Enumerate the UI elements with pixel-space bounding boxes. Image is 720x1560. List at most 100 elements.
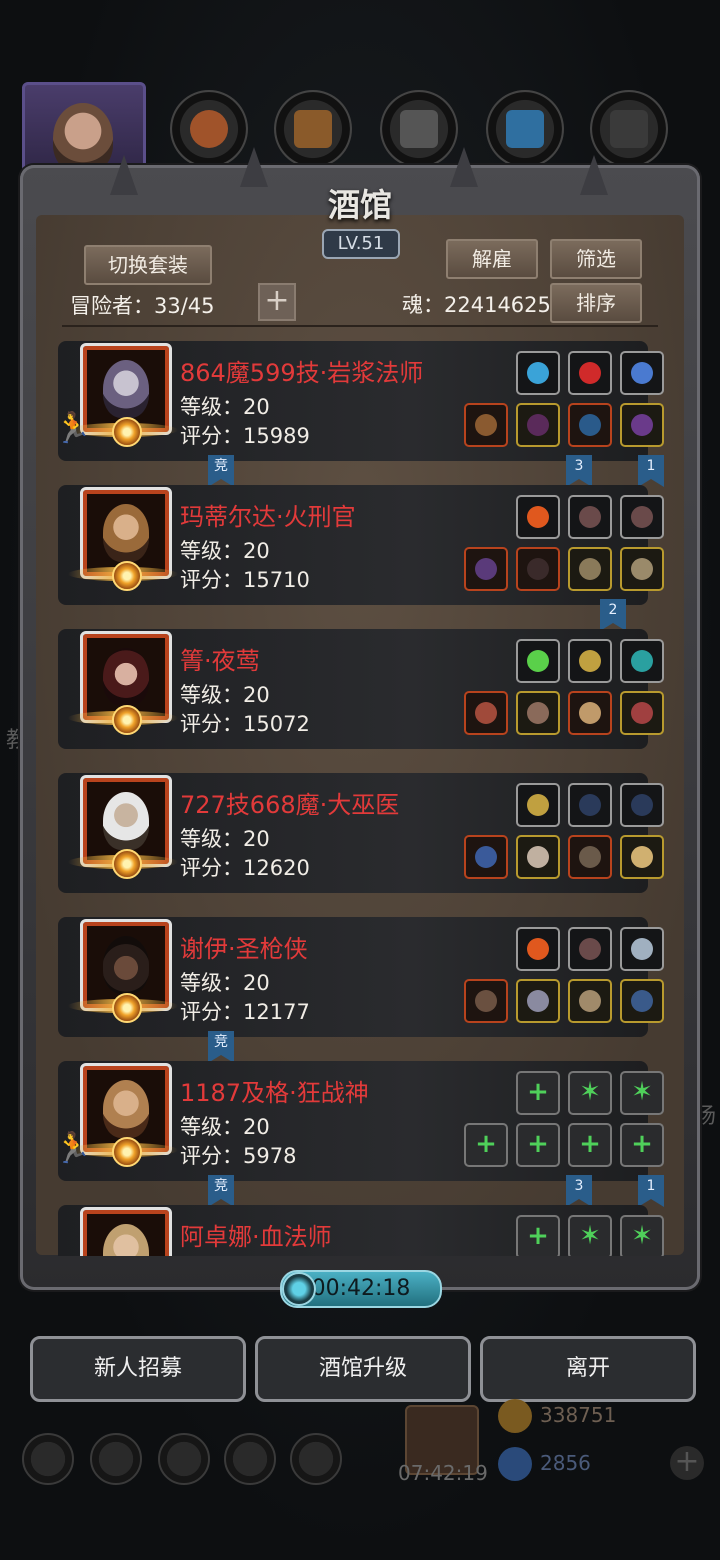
spear-icon[interactable]	[568, 979, 612, 1023]
frame-spike	[450, 147, 478, 187]
mail-icon[interactable]	[224, 1433, 276, 1485]
armor-icon[interactable]	[516, 547, 560, 591]
arena-flag: 竞	[208, 1031, 234, 1063]
staff-icon[interactable]	[464, 403, 508, 447]
sword-icon[interactable]	[464, 691, 508, 735]
hero-score: 评分：12620	[180, 856, 310, 880]
filter-button[interactable]: 筛选	[550, 239, 642, 279]
recruit-button[interactable]: 新人招募	[30, 1336, 246, 1402]
lantern-icon[interactable]	[568, 639, 612, 683]
dismiss-button[interactable]: 解雇	[446, 239, 538, 279]
teal-gem-icon[interactable]	[620, 639, 664, 683]
add-ring-icon[interactable]: +	[620, 1123, 664, 1167]
hero-portrait[interactable]	[80, 1207, 172, 1256]
dialog-title: 酒馆	[327, 186, 392, 224]
hero-row[interactable]: 谢伊·圣枪侠 等级：20 评分：12177 竞	[58, 917, 664, 1063]
rank-gem-icon	[112, 993, 142, 1023]
shield-icon[interactable]	[290, 1433, 342, 1485]
add-star-icon[interactable]: ✶	[620, 1215, 664, 1256]
count-flag: 2	[600, 599, 626, 631]
ring-icon[interactable]	[620, 835, 664, 879]
blade-icon[interactable]	[620, 783, 664, 827]
whip-icon[interactable]	[464, 547, 508, 591]
add-accessory-icon[interactable]: +	[568, 1123, 612, 1167]
cloak-icon[interactable]	[516, 835, 560, 879]
add-star-icon[interactable]: ✶	[568, 1215, 612, 1256]
frame-spike	[240, 147, 268, 187]
charm-icon[interactable]	[568, 691, 612, 735]
hero-name: 1187及格·狂战神	[180, 1079, 369, 1107]
helm-icon[interactable]	[516, 691, 560, 735]
gem-icon	[498, 1447, 532, 1481]
gun-icon[interactable]	[464, 979, 508, 1023]
add-slot-button[interactable]: +	[258, 283, 296, 321]
clock-icon	[282, 1272, 316, 1306]
hero-row[interactable]: 727技668魔·大巫医 等级：20 评分：12620	[58, 773, 664, 893]
wood-resource-icon[interactable]	[274, 90, 352, 168]
adventurer-count: 冒险者：33/45	[70, 294, 215, 318]
hero-level: 等级：20	[180, 827, 270, 851]
blade-icon[interactable]	[568, 783, 612, 827]
add-equipment-icon[interactable]: +	[516, 1215, 560, 1256]
add-weapon-icon[interactable]: +	[464, 1123, 508, 1167]
hero-row[interactable]: 🏃 1187及格·狂战神 等级：20 评分：5978 + ✶ ✶ + + + +…	[58, 1061, 664, 1207]
hero-name: 谢伊·圣枪侠	[180, 935, 308, 963]
skill-icon[interactable]	[90, 1433, 142, 1485]
hero-name: 玛蒂尔达·火刑官	[180, 503, 356, 531]
fire-icon[interactable]	[516, 927, 560, 971]
wand-icon[interactable]	[464, 835, 508, 879]
count-flag: 3	[566, 455, 592, 487]
armor-icon[interactable]	[516, 979, 560, 1023]
soul-count: 魂：22414625	[402, 293, 551, 317]
add-star-icon[interactable]: ✶	[568, 1071, 612, 1115]
amulet-icon[interactable]	[620, 403, 664, 447]
hero-level: 等级：20	[180, 1115, 270, 1139]
switch-outfit-button[interactable]: 切换套装	[84, 245, 212, 285]
blue-claw-icon[interactable]	[620, 351, 664, 395]
tavern-dialog: 切换套装 解雇 筛选 排序 冒险者：33/45 + 魂：22414625 酒馆 …	[20, 147, 700, 1290]
feather-icon[interactable]	[620, 495, 664, 539]
robe-icon[interactable]	[516, 403, 560, 447]
iron-resource-icon[interactable]	[380, 90, 458, 168]
hero-row[interactable]: 阿卓娜·血法师 + ✶ ✶	[58, 1205, 664, 1256]
count-flag: 1	[638, 1175, 664, 1207]
leave-button[interactable]: 离开	[480, 1336, 696, 1402]
sort-button[interactable]: 排序	[550, 283, 642, 323]
bracer-icon[interactable]	[568, 403, 612, 447]
gauntlet-icon[interactable]	[568, 547, 612, 591]
upgrade-tavern-button[interactable]: 酒馆升级	[255, 1336, 471, 1402]
hero-list[interactable]: 🏃 864魔599技·岩浆法师 等级：20 评分：15989 竞 3 1 玛蒂尔…	[58, 341, 670, 1256]
hero-row[interactable]: 🏃 864魔599技·岩浆法师 等级：20 评分：15989 竞 3 1	[58, 341, 664, 487]
feather-icon[interactable]	[568, 927, 612, 971]
gem-amount: 2856	[540, 1451, 591, 1475]
ring-icon[interactable]	[620, 979, 664, 1023]
add-armor-icon[interactable]: +	[516, 1123, 560, 1167]
rank-gem-icon	[112, 849, 142, 879]
divider	[62, 325, 658, 327]
feather-icon[interactable]	[568, 495, 612, 539]
event-clock: 07:42:19	[398, 1461, 488, 1485]
gold-mask-icon[interactable]	[516, 783, 560, 827]
hero-name: 箐·夜莺	[180, 647, 260, 675]
add-star-icon[interactable]: ✶	[620, 1071, 664, 1115]
book-icon[interactable]	[158, 1433, 210, 1485]
add-currency-button[interactable]: +	[670, 1446, 704, 1480]
add-equipment-icon[interactable]: +	[516, 1071, 560, 1115]
hero-name: 864魔599技·岩浆法师	[180, 359, 424, 387]
meat-resource-icon[interactable]	[170, 90, 248, 168]
crystal-icon[interactable]	[620, 927, 664, 971]
red-gem-icon[interactable]	[568, 351, 612, 395]
ring-icon[interactable]	[620, 547, 664, 591]
hero-level: 等级：20	[180, 395, 270, 419]
hero-score: 评分：15072	[180, 712, 310, 736]
settings-icon[interactable]	[22, 1433, 74, 1485]
tome-icon[interactable]	[568, 835, 612, 879]
hero-row[interactable]: 玛蒂尔达·火刑官 等级：20 评分：15710 2	[58, 485, 664, 631]
heart-pendant-icon[interactable]	[620, 691, 664, 735]
crystal-resource-icon[interactable]	[486, 90, 564, 168]
rank-gem-icon	[112, 1137, 142, 1167]
orb-icon[interactable]	[516, 351, 560, 395]
green-flame-icon[interactable]	[516, 639, 560, 683]
fire-icon[interactable]	[516, 495, 560, 539]
hero-row[interactable]: 箐·夜莺 等级：20 评分：15072	[58, 629, 664, 749]
